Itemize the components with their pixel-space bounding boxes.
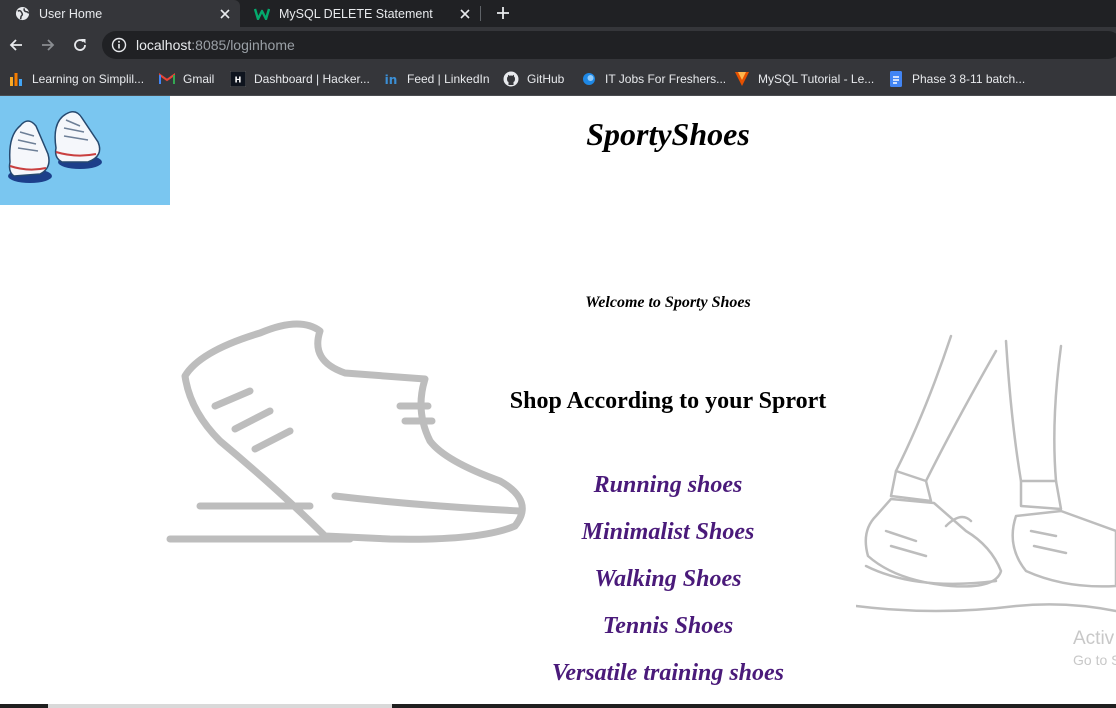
welcome-message: Welcome to Sporty Shoes [585,294,751,311]
mysql-tutorial-icon [734,71,750,87]
tab-title: User Home [39,6,103,21]
w3schools-icon [254,6,270,22]
url-host: localhost [136,37,192,53]
link-minimalist-shoes[interactable]: Minimalist Shoes [468,519,868,566]
taskbar-segment [48,704,392,708]
forward-arrow-icon [42,39,55,51]
bookmark-phase3-doc[interactable]: Phase 3 8-11 batch... [888,70,1025,88]
tab-user-home[interactable]: User Home [0,0,240,27]
bookmark-mysql-tutorial[interactable]: MySQL Tutorial - Le... [734,70,874,88]
address-bar[interactable]: localhost:8085/loginhome [102,31,1116,59]
taskbar-edge [0,704,1116,708]
bookmarks-bar: Learning on Simplil... Gmail H Dashboard… [0,63,1116,96]
activation-watermark: Activ Go to S [1073,628,1116,668]
simplilearn-icon [8,71,24,87]
tab-title: MySQL DELETE Statement [279,6,433,21]
link-tennis-shoes[interactable]: Tennis Shoes [468,613,868,660]
bookmark-gmail[interactable]: Gmail [159,70,214,88]
url-path: :8085/loginhome [191,37,295,53]
gmail-icon [159,71,175,87]
sport-category-list: Running shoes Minimalist Shoes Walking S… [468,472,868,707]
tab-divider [480,6,481,21]
link-versatile-training-shoes[interactable]: Versatile training shoes [468,660,868,707]
new-tab-button[interactable] [491,1,515,25]
svg-text:H: H [235,76,242,85]
brand-title: SportyShoes [586,116,750,152]
close-tab-icon[interactable] [456,5,474,23]
back-arrow-icon [9,39,22,51]
reload-icon [74,39,86,51]
link-walking-shoes[interactable]: Walking Shoes [468,566,868,613]
browser-toolbar: localhost:8085/loginhome [0,27,1116,63]
globe-icon [14,6,30,22]
walking-legs-illustration [856,334,1116,613]
address-url: localhost:8085/loginhome [136,37,295,53]
bookmark-linkedin[interactable]: in Feed | LinkedIn [383,70,490,88]
jobs-icon [581,71,597,87]
shop-heading: Shop According to your Sprort [509,388,827,414]
tab-mysql-delete[interactable]: MySQL DELETE Statement [240,0,480,27]
close-tab-icon[interactable] [216,5,234,23]
plus-icon [497,7,509,19]
sneakers-icon [8,111,102,183]
forward-button[interactable] [36,33,60,57]
site-logo [0,96,170,205]
site-info-icon[interactable] [111,37,127,57]
hackerrank-icon: H [230,71,246,87]
github-icon [503,71,519,87]
bookmark-hackerrank[interactable]: H Dashboard | Hacker... [230,70,370,88]
page-content: SportyShoes Welcome to Sporty Shoes Shop… [0,96,1116,708]
reload-button[interactable] [68,33,92,57]
bookmark-it-jobs[interactable]: IT Jobs For Freshers... [581,70,726,88]
svg-text:in: in [385,73,398,87]
docs-icon [888,71,904,87]
link-running-shoes[interactable]: Running shoes [468,472,868,519]
back-button[interactable] [4,33,28,57]
bookmark-github[interactable]: GitHub [503,70,564,88]
bookmark-simplilearn[interactable]: Learning on Simplil... [8,70,144,88]
tab-strip: User Home MySQL DELETE Statement [0,0,1116,27]
linkedin-icon: in [383,71,399,87]
